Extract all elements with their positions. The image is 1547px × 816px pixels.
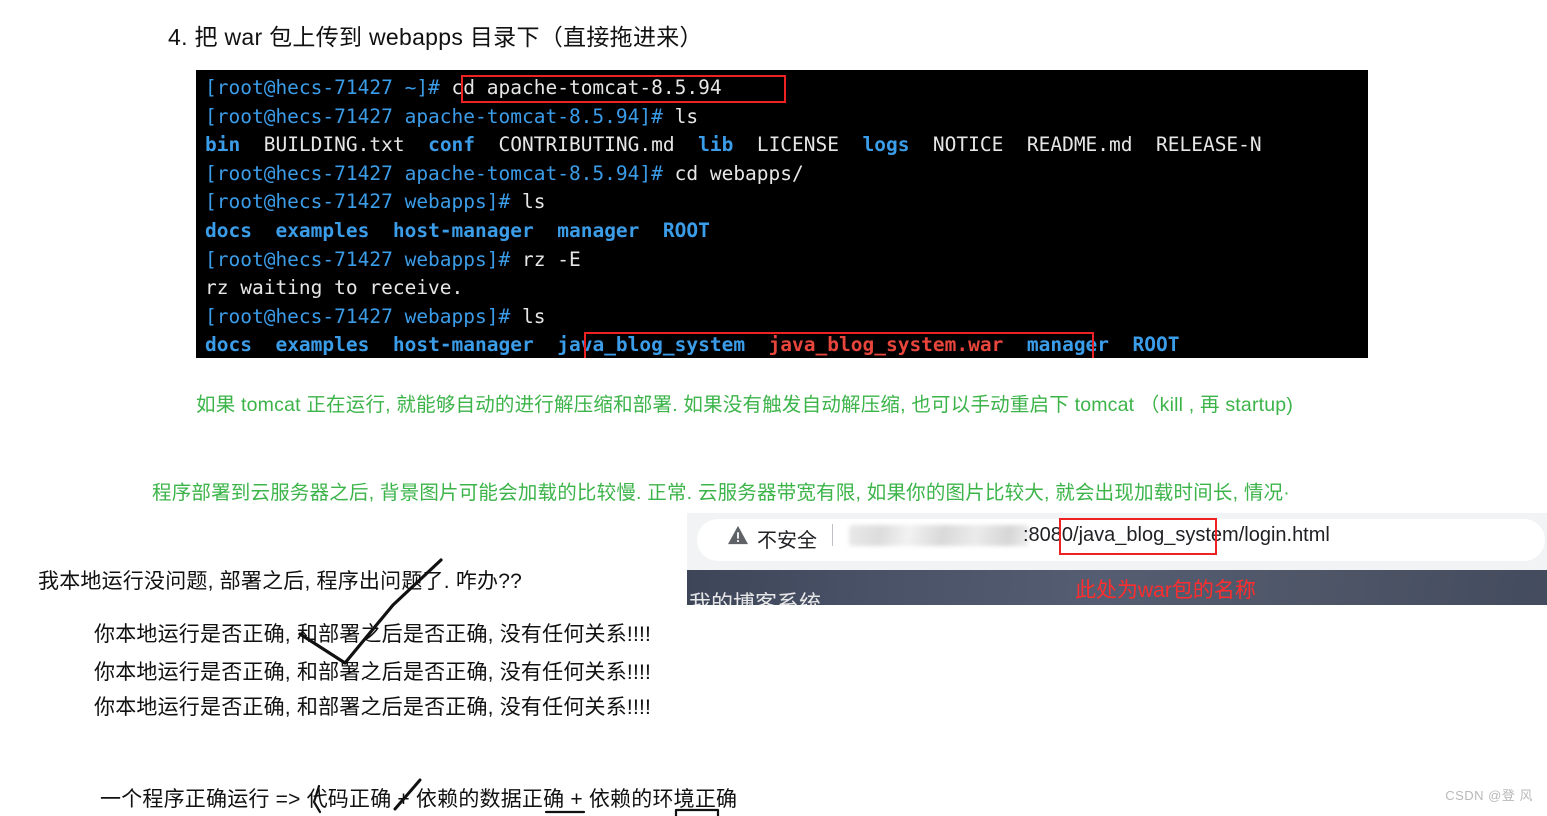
terminal-token: BUILDING.txt	[240, 133, 429, 157]
terminal-line: [root@hecs-71427 apache-tomcat-8.5.94]# …	[196, 103, 1368, 132]
terminal-token: [root@hecs-71427 ~]#	[205, 76, 440, 99]
terminal-token: cd apache-tomcat-8.5.94	[439, 76, 722, 99]
url-text: :8080/java_blog_system/login.html	[1023, 524, 1330, 546]
terminal-line: [root@hecs-71427 ~]# cd apache-tomcat-8.…	[196, 74, 1368, 103]
watermark: CSDN @登 风	[1445, 788, 1533, 803]
redacted-host-blur	[849, 525, 1029, 546]
answer-text-repeat-2: 你本地运行是否正确, 和部署之后是否正确, 没有任何关系!!!!	[94, 661, 652, 684]
terminal-token: lib	[698, 133, 734, 157]
terminal-token: ls	[510, 304, 546, 328]
site-header-banner: 我的博客系统 此处为war包的名称	[687, 570, 1547, 605]
terminal-token: rz -E	[510, 247, 581, 271]
terminal-line: docs examples host-manager manager ROOT	[196, 217, 1368, 246]
terminal-token: [root@hecs-71427 webapps]#	[205, 190, 511, 214]
terminal-token: [root@hecs-71427 webapps]#	[205, 304, 511, 328]
note-cloud-server-bandwidth: 程序部署到云服务器之后, 背景图片可能会加载的比较慢. 正常. 云服务器带宽有限…	[152, 482, 1290, 504]
terminal-output: [root@hecs-71427 ~]# cd apache-tomcat-8.…	[196, 74, 1368, 358]
warning-triangle-icon	[728, 525, 748, 545]
terminal-token: host-manager	[392, 218, 534, 242]
terminal-window[interactable]: [root@hecs-71427 ~]# cd apache-tomcat-8.…	[196, 70, 1368, 358]
security-status-label: 不安全	[757, 530, 817, 552]
terminal-token: docs	[205, 333, 252, 357]
terminal-token: java_blog_system	[557, 333, 746, 357]
terminal-token: java_blog_system.war	[768, 333, 1004, 357]
browser-screenshot-overlay: 不安全 :8080/java_blog_system/login.html 我的…	[687, 513, 1547, 605]
terminal-token: conf	[428, 133, 476, 157]
terminal-token: ROOT	[662, 218, 710, 242]
terminal-token: examples	[275, 333, 370, 357]
address-bar-divider	[832, 524, 833, 546]
terminal-token: cd webapps/	[662, 161, 804, 185]
terminal-token: examples	[275, 218, 370, 242]
terminal-token: bin	[205, 133, 241, 157]
terminal-token: docs	[205, 218, 252, 242]
formula-text: 一个程序正确运行 => 代码正确 + 依赖的数据正确 + 依赖的环境正确	[100, 788, 738, 811]
terminal-line: bin BUILDING.txt conf CONTRIBUTING.md li…	[196, 131, 1368, 160]
annotation-war-package-name: 此处为war包的名称	[1075, 579, 1256, 602]
answer-text-repeat-3: 你本地运行是否正确, 和部署之后是否正确, 没有任何关系!!!!	[94, 696, 652, 719]
note-tomcat-autodeploy: 如果 tomcat 正在运行, 就能够自动的进行解压缩和部署. 如果没有触发自动…	[196, 394, 1294, 416]
page-title: 4. 把 war 包上传到 webapps 目录下（直接拖进来）	[168, 24, 703, 50]
terminal-token: ls	[510, 190, 546, 214]
terminal-token: ls	[662, 104, 699, 128]
terminal-token: [root@hecs-71427 apache-tomcat-8.5.94]#	[205, 104, 663, 128]
terminal-line: docs examples host-manager java_blog_sys…	[196, 331, 1368, 358]
terminal-token: LICENSE	[733, 133, 863, 157]
terminal-token: manager	[557, 218, 640, 242]
browser-toolbar: 不安全 :8080/java_blog_system/login.html	[687, 513, 1547, 566]
answer-text-repeat-1: 你本地运行是否正确, 和部署之后是否正确, 没有任何关系!!!!	[94, 623, 652, 646]
terminal-line: [root@hecs-71427 webapps]# ls	[196, 303, 1368, 332]
terminal-line: [root@hecs-71427 webapps]# rz -E	[196, 246, 1368, 275]
terminal-line: [root@hecs-71427 apache-tomcat-8.5.94]# …	[196, 160, 1368, 189]
terminal-token: rz waiting to receive.	[205, 276, 464, 300]
terminal-token: CONTRIBUTING.md	[475, 133, 699, 157]
terminal-token: [root@hecs-71427 webapps]#	[205, 247, 511, 271]
terminal-token: NOTICE README.md RELEASE-N	[909, 133, 1262, 157]
terminal-token: ROOT	[1132, 333, 1180, 357]
terminal-token: [root@hecs-71427 apache-tomcat-8.5.94]#	[205, 161, 663, 185]
question-text: 我本地运行没问题, 部署之后, 程序出问题了. 咋办??	[38, 570, 522, 593]
terminal-line: rz waiting to receive.	[196, 274, 1368, 303]
terminal-token: host-manager	[392, 333, 534, 357]
site-title: 我的博客系统	[689, 591, 822, 605]
terminal-token: manager	[1026, 333, 1110, 357]
terminal-token: logs	[862, 133, 910, 157]
terminal-line: [root@hecs-71427 webapps]# ls	[196, 188, 1368, 217]
